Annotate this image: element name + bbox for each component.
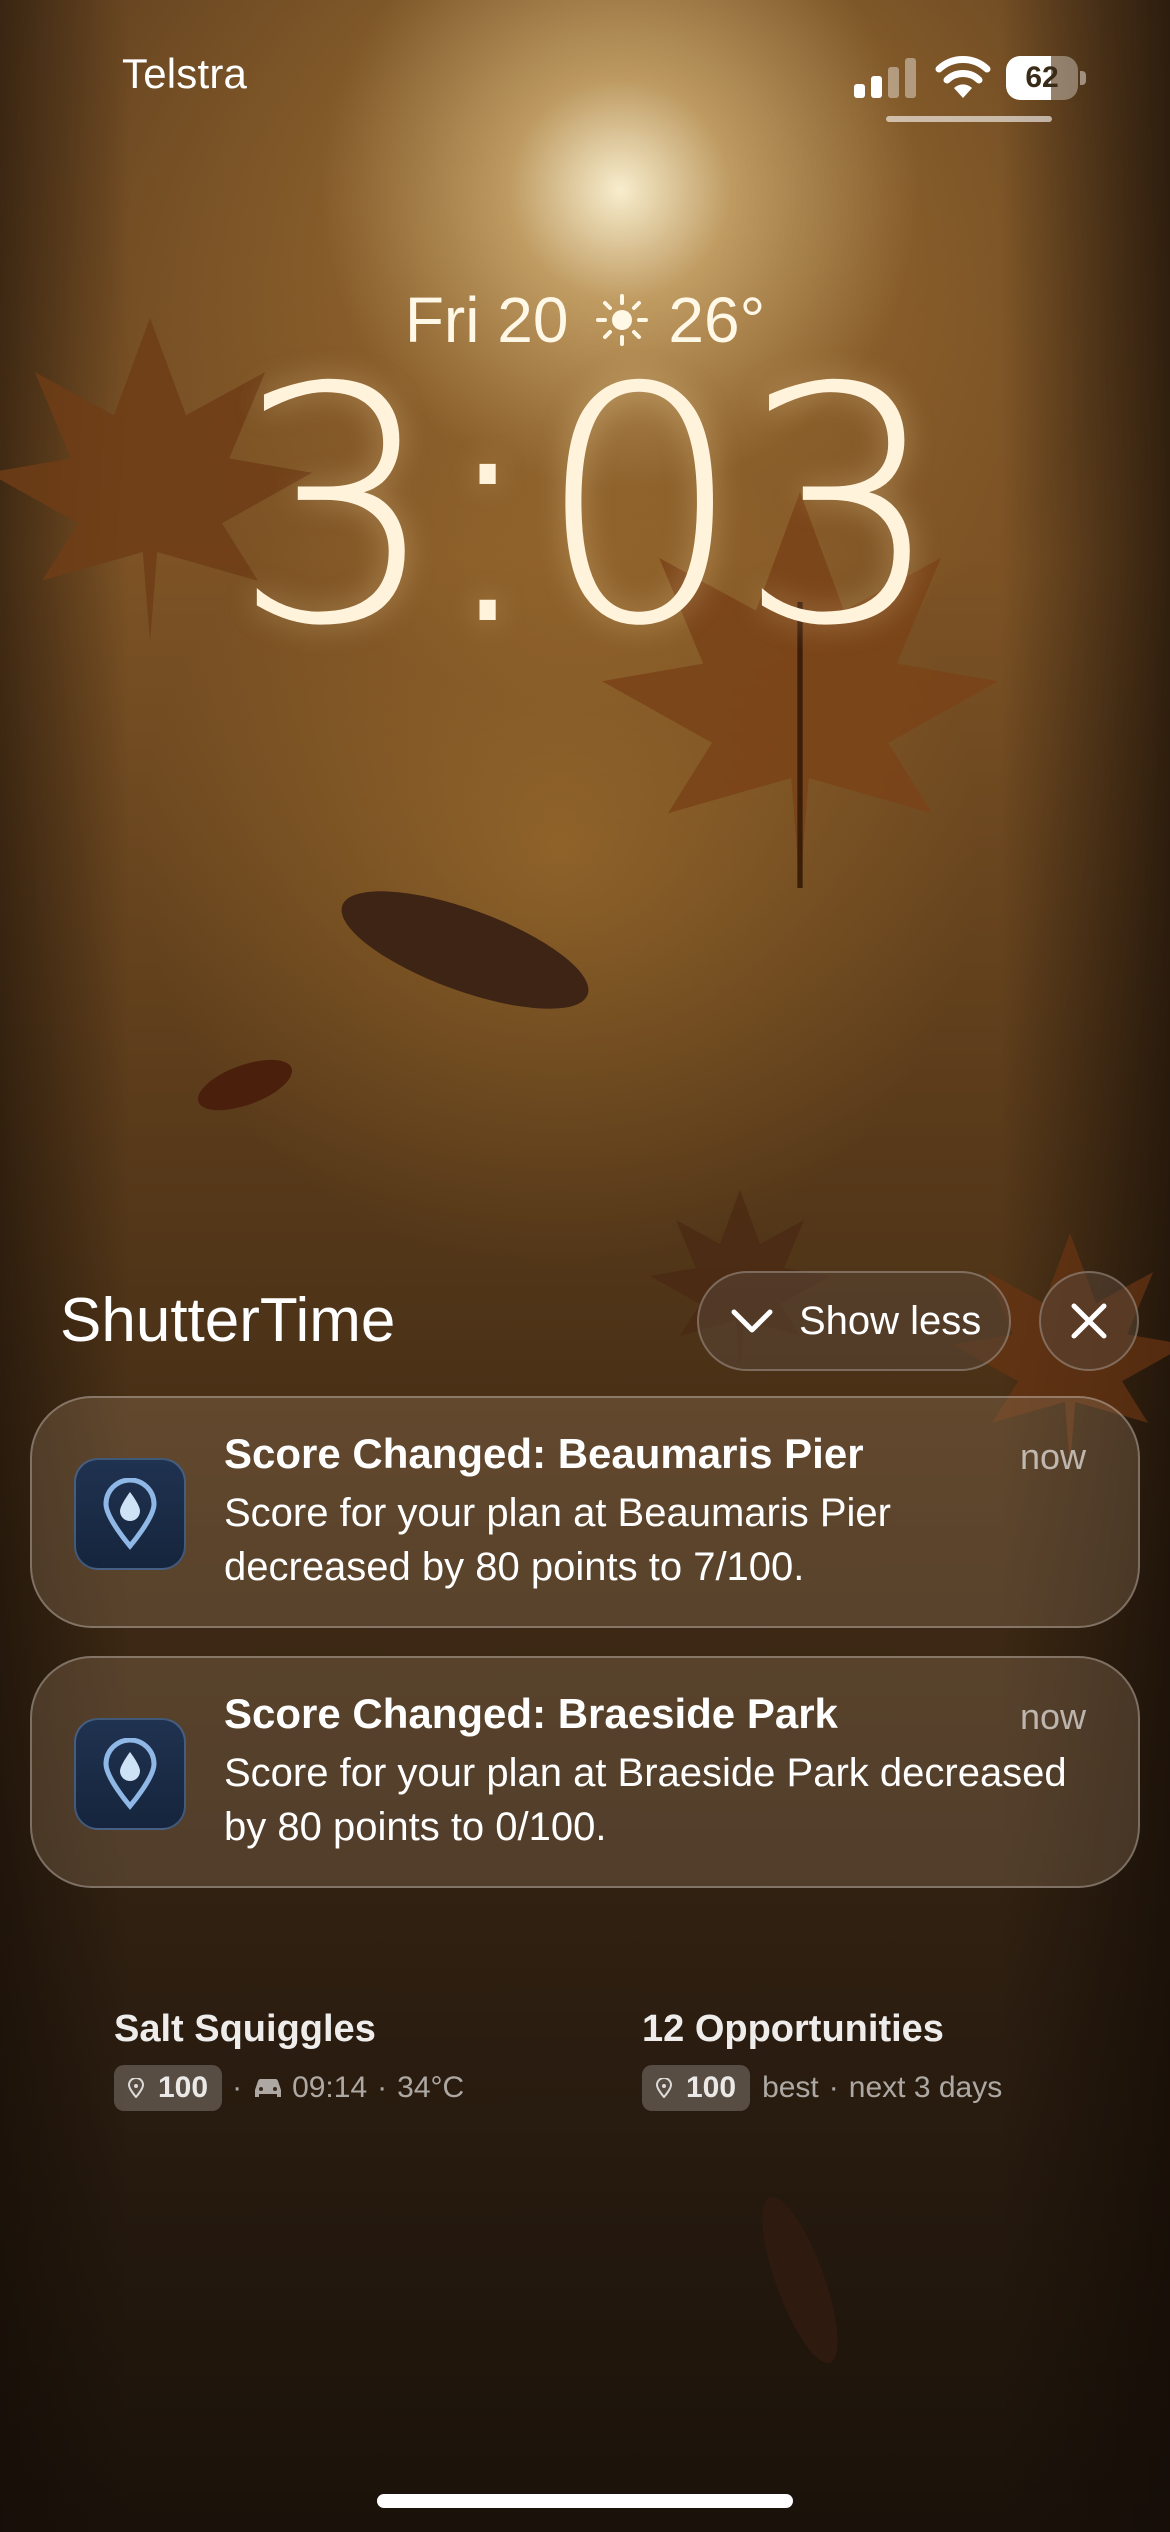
widget-title: Salt Squiggles [114,2008,376,2050]
carrier-name: Telstra [122,50,248,97]
widget-details: 100 · 09:14 · 34°C [114,2065,464,2111]
location-pin-droplet-icon [103,1738,157,1810]
widget-temperature: 34°C [397,2071,465,2104]
app-icon [74,1718,186,1830]
score-chip: 100 [114,2065,223,2111]
widget-salt-squiggles[interactable]: Salt Squiggles 100 · 09:14 · 34°C [114,2008,464,2111]
notification-body: Score for your plan at Beaumaris Pier de… [224,1491,891,1589]
separator-dot: · [232,2071,243,2104]
show-less-label: Show less [799,1298,982,1343]
drive-time: 09:14 [292,2071,368,2104]
wifi-icon [935,56,991,98]
notification-title: Score Changed: Braeside Park [224,1690,838,1737]
notification-time: now [1019,1696,1086,1737]
notification-card[interactable]: Score Changed: Beaumaris Pier now Score … [30,1396,1140,1628]
clear-notifications-button[interactable] [1039,1271,1139,1371]
wallpaper-leaf [762,2196,838,2364]
score-qualifier: best [762,2071,819,2104]
battery-body: 62 [1006,56,1078,100]
forecast-period: next 3 days [848,2071,1003,2104]
wallpaper-leaf [341,891,589,1009]
chevron-down-icon [731,1309,773,1333]
status-bar: Telstra 62 [0,0,1170,150]
score-value: 100 [158,2071,209,2104]
close-icon [1071,1303,1107,1339]
notification-time: now [1019,1436,1086,1477]
notification-card[interactable]: Score Changed: Braeside Park now Score f… [30,1656,1140,1888]
battery-indicator: 62 [1006,56,1086,100]
car-icon [255,2078,282,2097]
location-pin-icon [656,2078,672,2098]
notification-title: Score Changed: Beaumaris Pier [224,1430,864,1477]
widget-details: 100 best · next 3 days [642,2065,1002,2111]
notification-body: Score for your plan at Braeside Park dec… [224,1751,1067,1849]
cellular-signal-icon [854,58,916,98]
notification-group-app-name: ShutterTime [60,1286,396,1355]
widget-title: 12 Opportunities [642,2008,944,2050]
score-value: 100 [686,2071,737,2104]
location-pin-icon [128,2078,144,2098]
separator-dot: · [377,2071,388,2104]
control-center-indicator[interactable] [886,116,1052,122]
widget-opportunities[interactable]: 12 Opportunities 100 best · next 3 days [642,2008,1002,2111]
score-chip: 100 [642,2065,751,2111]
app-icon [74,1458,186,1570]
home-indicator[interactable] [377,2494,793,2508]
location-pin-droplet-icon [103,1478,157,1550]
lock-clock: 3:03 [232,318,944,697]
separator-dot: · [828,2071,839,2104]
battery-percent: 62 [1025,61,1059,94]
wallpaper-leaf [197,1059,293,1111]
battery-cap [1080,71,1086,85]
show-less-button[interactable]: Show less [697,1271,1011,1371]
